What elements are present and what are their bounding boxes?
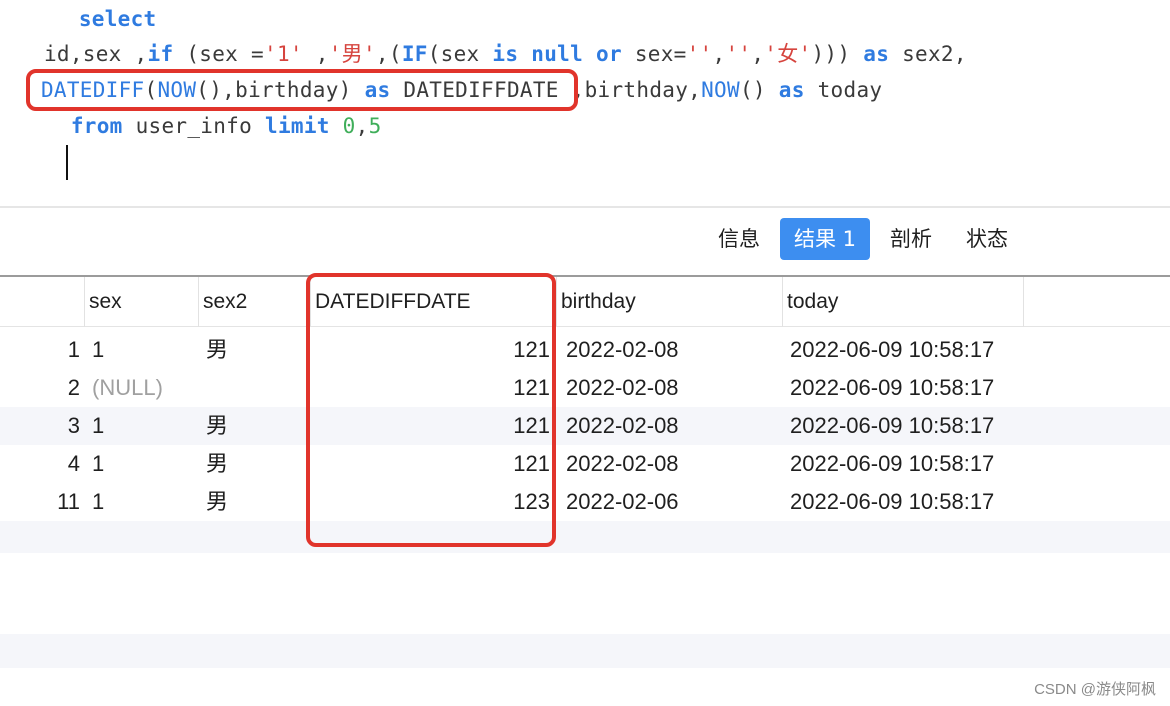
- sql-editor[interactable]: select id,sex ,if (sex ='1' ,'男',(IF(sex…: [0, 0, 1170, 207]
- code-line-4: from user_info limit 0,5: [32, 109, 382, 143]
- code-text: ,: [355, 114, 369, 138]
- column-header-birthday[interactable]: birthday: [556, 277, 782, 327]
- code-text: ,(: [375, 42, 402, 66]
- code-text: sex2,: [889, 42, 967, 66]
- table-row[interactable]: 3 1 男 121 2022-02-08 2022-06-09 10:58:17: [0, 407, 1170, 445]
- string-literal: '': [686, 42, 713, 66]
- tab-status[interactable]: 状态: [952, 218, 1022, 260]
- keyword-from: from: [70, 114, 123, 138]
- datediff-highlight-box: [26, 69, 578, 111]
- string-literal: '': [725, 42, 752, 66]
- string-literal: '1': [264, 42, 303, 66]
- row-number: 11: [57, 489, 80, 514]
- code-text: (sex: [427, 42, 493, 66]
- row-number: 1: [67, 337, 80, 362]
- tab-profile[interactable]: 剖析: [876, 218, 946, 260]
- cell-birthday[interactable]: 2022-02-08: [566, 369, 679, 407]
- code-text: ))): [811, 42, 864, 66]
- cell-sex[interactable]: 1: [92, 407, 104, 445]
- table-row[interactable]: 4 1 男 121 2022-02-08 2022-06-09 10:58:17: [0, 445, 1170, 483]
- code-text: ,: [302, 42, 329, 66]
- cell-sex[interactable]: 1: [92, 331, 104, 369]
- cell-birthday[interactable]: 2022-02-08: [566, 331, 679, 369]
- column-header-sex2[interactable]: sex2: [198, 277, 304, 327]
- column-header-today[interactable]: today: [782, 277, 1024, 327]
- cell-sex[interactable]: 1: [92, 445, 104, 483]
- table-row[interactable]: 2 (NULL) 121 2022-02-08 2022-06-09 10:58…: [0, 369, 1170, 407]
- cell-sex[interactable]: (NULL): [92, 369, 163, 407]
- cell-today[interactable]: 2022-06-09 10:58:17: [790, 369, 994, 407]
- cell-today[interactable]: 2022-06-09 10:58:17: [790, 407, 994, 445]
- result-tabs: 信息 结果 1 剖析 状态: [704, 218, 1028, 260]
- column-header-sex[interactable]: sex: [84, 277, 198, 327]
- text-caret: [66, 145, 68, 180]
- cell-birthday[interactable]: 2022-02-08: [566, 445, 679, 483]
- tab-result-1[interactable]: 结果 1: [779, 218, 870, 260]
- row-number: 4: [67, 451, 80, 476]
- watermark: CSDN @游侠阿枫: [1034, 681, 1156, 698]
- cell-birthday[interactable]: 2022-02-06: [566, 483, 679, 521]
- code-text: user_info: [122, 114, 265, 138]
- keyword-if: if: [147, 42, 174, 66]
- row-number: 3: [67, 413, 80, 438]
- keyword-as: as: [778, 78, 805, 102]
- cell-sex2[interactable]: 男: [206, 407, 228, 445]
- empty-row-band: [0, 521, 1170, 553]
- keyword-select: select: [78, 7, 157, 31]
- row-number: 2: [67, 375, 80, 400]
- keyword-as: as: [863, 42, 890, 66]
- code-text: ,: [751, 42, 765, 66]
- empty-row-band: [0, 634, 1170, 668]
- cell-sex2[interactable]: 男: [206, 331, 228, 369]
- code-line-2: id,sex ,if (sex ='1' ,'男',(IF(sex is nul…: [31, 37, 967, 71]
- code-text: today: [804, 78, 883, 102]
- keyword-or: or: [596, 42, 622, 66]
- cell-sex2[interactable]: 男: [206, 483, 228, 521]
- keyword-null: null: [531, 42, 584, 66]
- keyword-limit: limit: [265, 114, 330, 138]
- datediffdate-column-highlight: [306, 273, 556, 547]
- cell-today[interactable]: 2022-06-09 10:58:17: [790, 483, 994, 521]
- editor-divider: [0, 206, 1170, 208]
- cell-today[interactable]: 2022-06-09 10:58:17: [790, 445, 994, 483]
- code-text: sex=: [621, 42, 687, 66]
- cell-today[interactable]: 2022-06-09 10:58:17: [790, 331, 994, 369]
- table-row[interactable]: 1 1 男 121 2022-02-08 2022-06-09 10:58:17: [0, 331, 1170, 369]
- cell-sex2[interactable]: 男: [206, 445, 228, 483]
- code-text: (sex =: [173, 42, 264, 66]
- tab-info[interactable]: 信息: [704, 218, 774, 260]
- code-text: (): [739, 78, 779, 102]
- table-row[interactable]: 11 1 男 123 2022-02-06 2022-06-09 10:58:1…: [0, 483, 1170, 521]
- cell-sex[interactable]: 1: [92, 483, 104, 521]
- number-literal: 5: [368, 114, 382, 138]
- code-line-1: select: [40, 2, 157, 36]
- keyword-is: is: [492, 42, 519, 66]
- grid-header: sex sex2 DATEDIFFDATE birthday today: [0, 277, 1170, 327]
- string-literal: '女': [764, 42, 812, 66]
- cell-birthday[interactable]: 2022-02-08: [566, 407, 679, 445]
- keyword-IF: IF: [401, 42, 428, 66]
- string-literal: '男': [328, 42, 376, 66]
- number-literal: 0: [342, 114, 356, 138]
- function-now: NOW: [701, 78, 740, 102]
- code-text: ,: [712, 42, 726, 66]
- code-text: id,sex ,: [31, 42, 148, 66]
